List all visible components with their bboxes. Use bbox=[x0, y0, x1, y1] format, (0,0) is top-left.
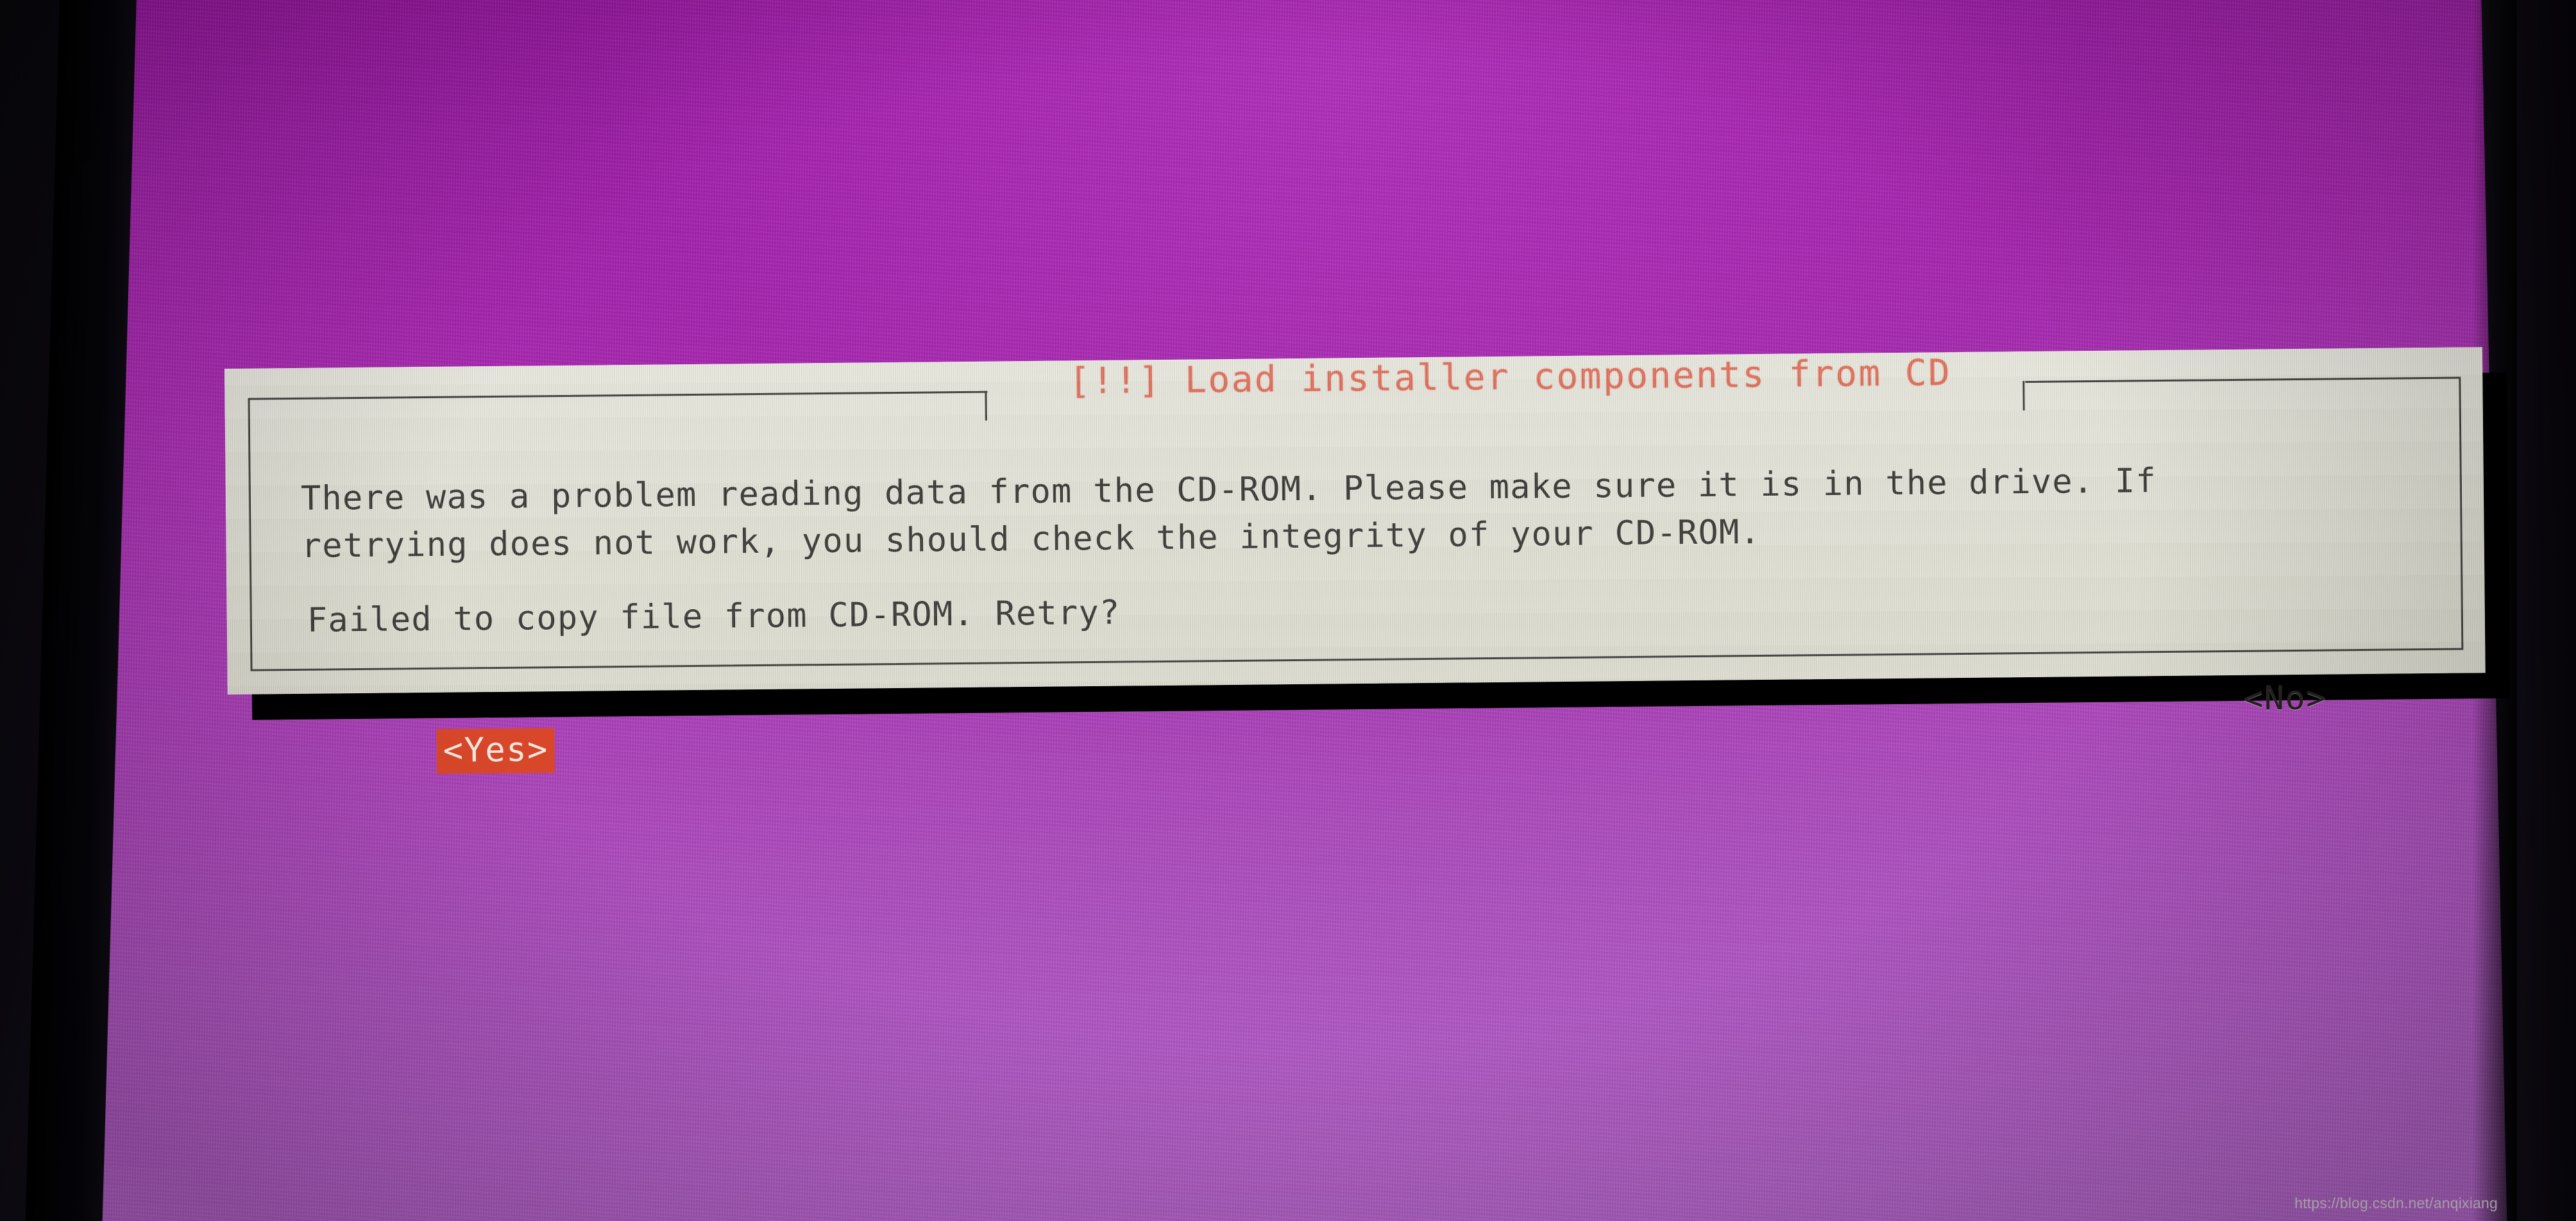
dialog-body: There was a problem reading data from th… bbox=[301, 455, 2416, 774]
title-tick-left bbox=[985, 391, 987, 421]
no-button[interactable]: <No> bbox=[2237, 676, 2334, 721]
dialog-inner-border: [!!] Load installer components from CD T… bbox=[248, 352, 2464, 774]
installer-dialog: [!!] Load installer components from CD T… bbox=[225, 347, 2486, 774]
csdn-watermark: https://blog.csdn.net/anqixiang bbox=[2294, 1195, 2498, 1211]
photographed-monitor-scene: [!!] Load installer components from CD T… bbox=[0, 0, 2576, 1221]
title-tick-right bbox=[2022, 381, 2025, 411]
dialog-title: [!!] Load installer components from CD bbox=[1068, 352, 1952, 403]
yes-button[interactable]: <Yes> bbox=[436, 728, 555, 774]
installer-dialog-wrapper: [!!] Load installer components from CD T… bbox=[225, 347, 2511, 774]
